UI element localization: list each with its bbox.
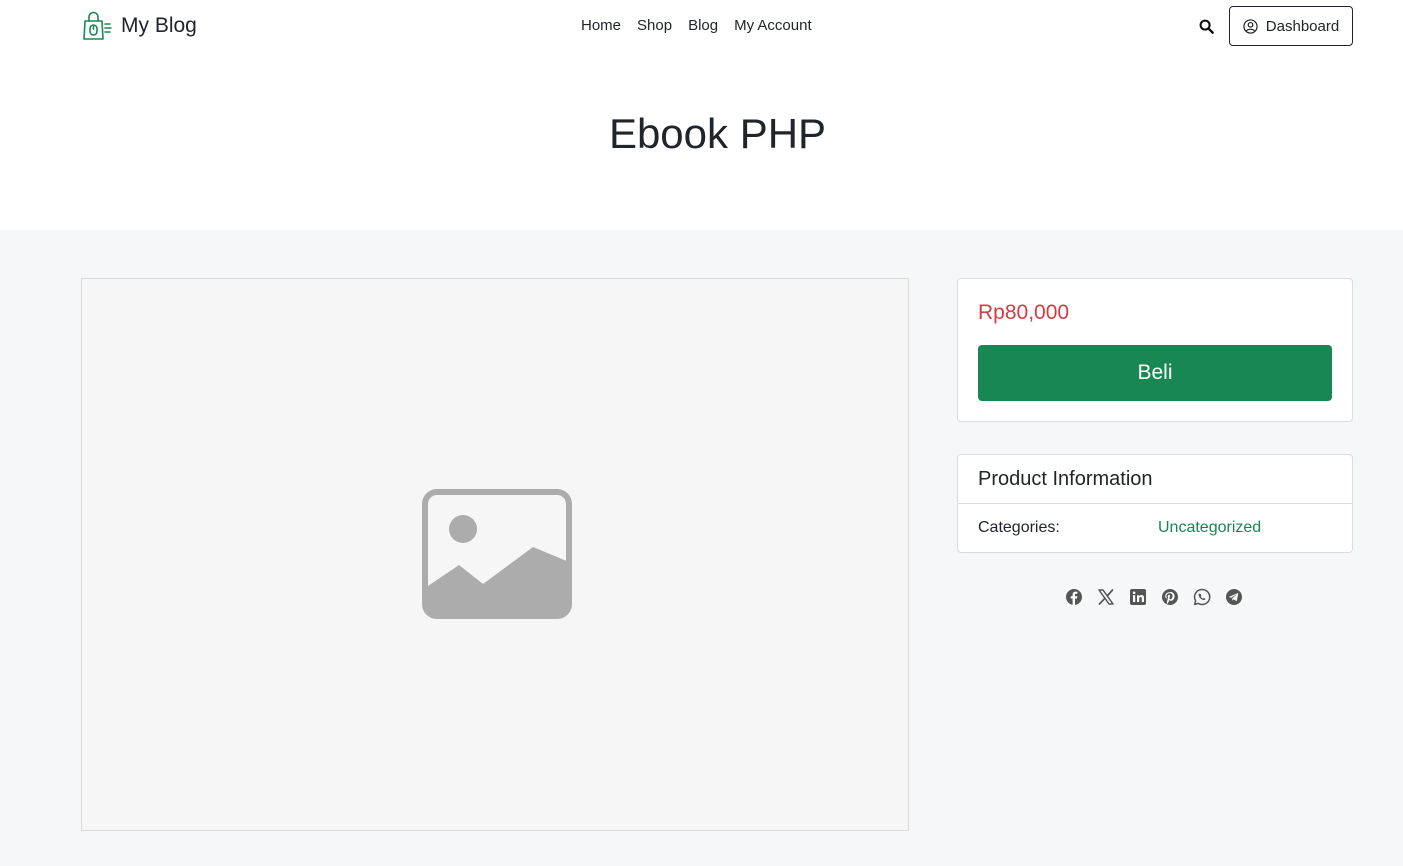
image-placeholder-icon — [422, 489, 572, 619]
info-row-categories: Categories: Uncategorized — [958, 504, 1352, 552]
category-link[interactable]: Uncategorized — [1158, 519, 1261, 537]
shopping-bag-mouse-icon — [83, 11, 112, 40]
facebook-icon[interactable] — [1065, 588, 1083, 606]
search-button[interactable] — [1196, 16, 1216, 36]
search-icon — [1199, 19, 1214, 34]
whatsapp-icon[interactable] — [1193, 588, 1211, 606]
buy-button[interactable]: Beli — [978, 345, 1332, 401]
brand-name: My Blog — [121, 13, 197, 37]
page-title: Ebook PHP — [608, 110, 827, 157]
site-header: My Blog Home Shop Blog My Account Dashbo… — [0, 0, 1403, 52]
product-price: Rp80,000 — [978, 301, 1070, 324]
dashboard-label: Dashboard — [1265, 17, 1340, 35]
categories-label: Categories: — [978, 519, 1060, 536]
product-info-card: Product Information Categories: Uncatego… — [957, 454, 1353, 553]
product-info-heading: Product Information — [958, 455, 1352, 504]
telegram-icon[interactable] — [1225, 588, 1243, 606]
linkedin-icon[interactable] — [1129, 588, 1147, 606]
nav-item-home[interactable]: Home — [573, 15, 629, 37]
brand-link[interactable]: My Blog — [80, 9, 197, 42]
product-section: Rp80,000 Beli Product Information Catego… — [0, 230, 1403, 866]
price-card: Rp80,000 Beli — [957, 278, 1353, 422]
share-bar — [1065, 588, 1243, 606]
x-icon[interactable] — [1097, 588, 1115, 606]
product-image — [81, 278, 909, 831]
user-circle-icon — [1243, 18, 1258, 34]
pinterest-icon[interactable] — [1161, 588, 1179, 606]
main-nav: Home Shop Blog My Account — [573, 15, 820, 37]
nav-item-my-account[interactable]: My Account — [726, 15, 820, 37]
nav-item-shop[interactable]: Shop — [629, 15, 680, 37]
dashboard-button[interactable]: Dashboard — [1229, 6, 1353, 46]
nav-item-blog[interactable]: Blog — [680, 15, 726, 37]
